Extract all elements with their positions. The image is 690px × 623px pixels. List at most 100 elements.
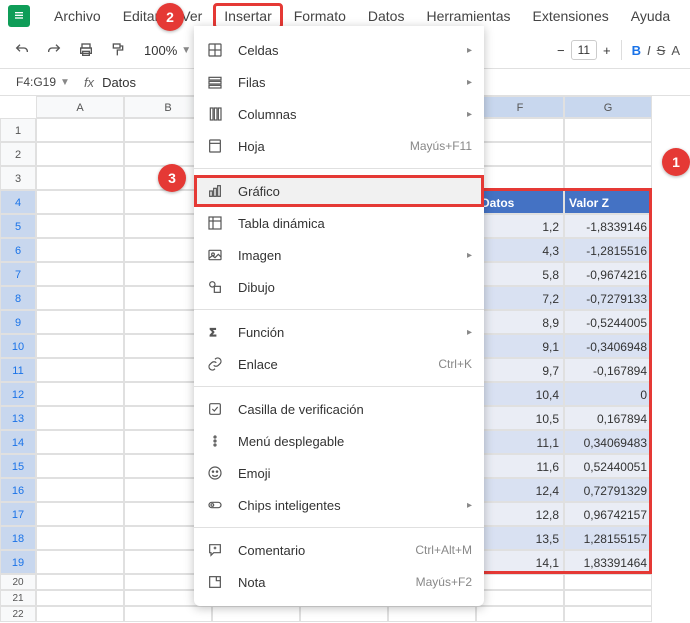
cell-F21[interactable] — [476, 590, 564, 606]
menu-item-gráfico[interactable]: Gráfico — [194, 175, 484, 207]
cell-F18[interactable]: 13,5 — [476, 526, 564, 550]
cell-A16[interactable] — [36, 478, 124, 502]
menu-formato[interactable]: Formato — [284, 4, 356, 28]
menu-archivo[interactable]: Archivo — [44, 4, 111, 28]
menu-item-hoja[interactable]: HojaMayús+F11 — [194, 130, 484, 162]
menu-ayuda[interactable]: Ayuda — [621, 4, 680, 28]
row-header-14[interactable]: 14 — [0, 430, 36, 454]
row-header-11[interactable]: 11 — [0, 358, 36, 382]
menu-item-celdas[interactable]: Celdas▸ — [194, 34, 484, 66]
cell-F15[interactable]: 11,6 — [476, 454, 564, 478]
cell-A22[interactable] — [36, 606, 124, 622]
cell-G21[interactable] — [564, 590, 652, 606]
strike-button[interactable]: S — [657, 43, 666, 58]
cell-G20[interactable] — [564, 574, 652, 590]
cell-G14[interactable]: 0,34069483 — [564, 430, 652, 454]
fontsize-minus-button[interactable]: − — [557, 43, 565, 58]
cell-F17[interactable]: 12,8 — [476, 502, 564, 526]
menu-item-casilla-de-verificación[interactable]: Casilla de verificación — [194, 393, 484, 425]
menu-item-nota[interactable]: NotaMayús+F2 — [194, 566, 484, 598]
row-header-1[interactable]: 1 — [0, 118, 36, 142]
cell-G19[interactable]: 1,83391464 — [564, 550, 652, 574]
menu-item-chips-inteligentes[interactable]: Chips inteligentes▸ — [194, 489, 484, 521]
row-header-18[interactable]: 18 — [0, 526, 36, 550]
cell-A21[interactable] — [36, 590, 124, 606]
fontsize-plus-button[interactable]: + — [603, 43, 611, 58]
cell-F7[interactable]: 5,8 — [476, 262, 564, 286]
cell-F20[interactable] — [476, 574, 564, 590]
cell-F22[interactable] — [476, 606, 564, 622]
menu-item-enlace[interactable]: EnlaceCtrl+K — [194, 348, 484, 380]
row-header-8[interactable]: 8 — [0, 286, 36, 310]
cell-G17[interactable]: 0,96742157 — [564, 502, 652, 526]
cell-A14[interactable] — [36, 430, 124, 454]
cell-G9[interactable]: -0,5244005 — [564, 310, 652, 334]
cell-A4[interactable] — [36, 190, 124, 214]
cell-A6[interactable] — [36, 238, 124, 262]
cell-G10[interactable]: -0,3406948 — [564, 334, 652, 358]
menu-datos[interactable]: Datos — [358, 4, 415, 28]
cell-G22[interactable] — [564, 606, 652, 622]
cell-E22[interactable] — [388, 606, 476, 622]
print-button[interactable] — [74, 38, 98, 62]
cell-F8[interactable]: 7,2 — [476, 286, 564, 310]
cell-A12[interactable] — [36, 382, 124, 406]
cell-F4[interactable]: Datos — [476, 190, 564, 214]
menu-item-menú-desplegable[interactable]: Menú desplegable — [194, 425, 484, 457]
cell-G3[interactable] — [564, 166, 652, 190]
bold-button[interactable]: B — [632, 43, 641, 58]
cell-A13[interactable] — [36, 406, 124, 430]
cell-G11[interactable]: -0,167894 — [564, 358, 652, 382]
cell-A7[interactable] — [36, 262, 124, 286]
row-header-12[interactable]: 12 — [0, 382, 36, 406]
cell-B22[interactable] — [124, 606, 212, 622]
row-header-10[interactable]: 10 — [0, 334, 36, 358]
cell-G7[interactable]: -0,9674216 — [564, 262, 652, 286]
cell-A15[interactable] — [36, 454, 124, 478]
menu-item-tabla-dinámica[interactable]: Tabla dinámica — [194, 207, 484, 239]
cell-D22[interactable] — [300, 606, 388, 622]
menu-insertar[interactable]: Insertar — [214, 4, 281, 28]
row-header-6[interactable]: 6 — [0, 238, 36, 262]
text-color-button[interactable]: A — [671, 43, 680, 58]
cell-A3[interactable] — [36, 166, 124, 190]
cell-A2[interactable] — [36, 142, 124, 166]
cell-F16[interactable]: 12,4 — [476, 478, 564, 502]
cell-A20[interactable] — [36, 574, 124, 590]
row-header-13[interactable]: 13 — [0, 406, 36, 430]
col-header-G[interactable]: G — [564, 96, 652, 118]
cell-F10[interactable]: 9,1 — [476, 334, 564, 358]
row-header-2[interactable]: 2 — [0, 142, 36, 166]
cell-A9[interactable] — [36, 310, 124, 334]
menu-extensiones[interactable]: Extensiones — [522, 4, 618, 28]
cell-C22[interactable] — [212, 606, 300, 622]
cell-A11[interactable] — [36, 358, 124, 382]
menu-item-emoji[interactable]: Emoji — [194, 457, 484, 489]
cell-G6[interactable]: -1,2815516 — [564, 238, 652, 262]
cell-G8[interactable]: -0,7279133 — [564, 286, 652, 310]
row-header-5[interactable]: 5 — [0, 214, 36, 238]
formula-value[interactable]: Datos — [102, 75, 136, 90]
cell-G2[interactable] — [564, 142, 652, 166]
cell-G1[interactable] — [564, 118, 652, 142]
cell-G5[interactable]: -1,8339146 — [564, 214, 652, 238]
menu-item-filas[interactable]: Filas▸ — [194, 66, 484, 98]
row-header-17[interactable]: 17 — [0, 502, 36, 526]
cell-F2[interactable] — [476, 142, 564, 166]
row-header-4[interactable]: 4 — [0, 190, 36, 214]
cell-A5[interactable] — [36, 214, 124, 238]
cell-A19[interactable] — [36, 550, 124, 574]
cell-A1[interactable] — [36, 118, 124, 142]
col-header-A[interactable]: A — [36, 96, 124, 118]
menu-item-función[interactable]: ΣFunción▸ — [194, 316, 484, 348]
cell-G18[interactable]: 1,28155157 — [564, 526, 652, 550]
row-header-20[interactable]: 20 — [0, 574, 36, 590]
cell-A8[interactable] — [36, 286, 124, 310]
redo-button[interactable] — [42, 38, 66, 62]
cell-F1[interactable] — [476, 118, 564, 142]
cell-F9[interactable]: 8,9 — [476, 310, 564, 334]
cell-F3[interactable] — [476, 166, 564, 190]
cell-F12[interactable]: 10,4 — [476, 382, 564, 406]
zoom-select[interactable]: 100%▼ — [138, 43, 197, 58]
cell-G16[interactable]: 0,72791329 — [564, 478, 652, 502]
